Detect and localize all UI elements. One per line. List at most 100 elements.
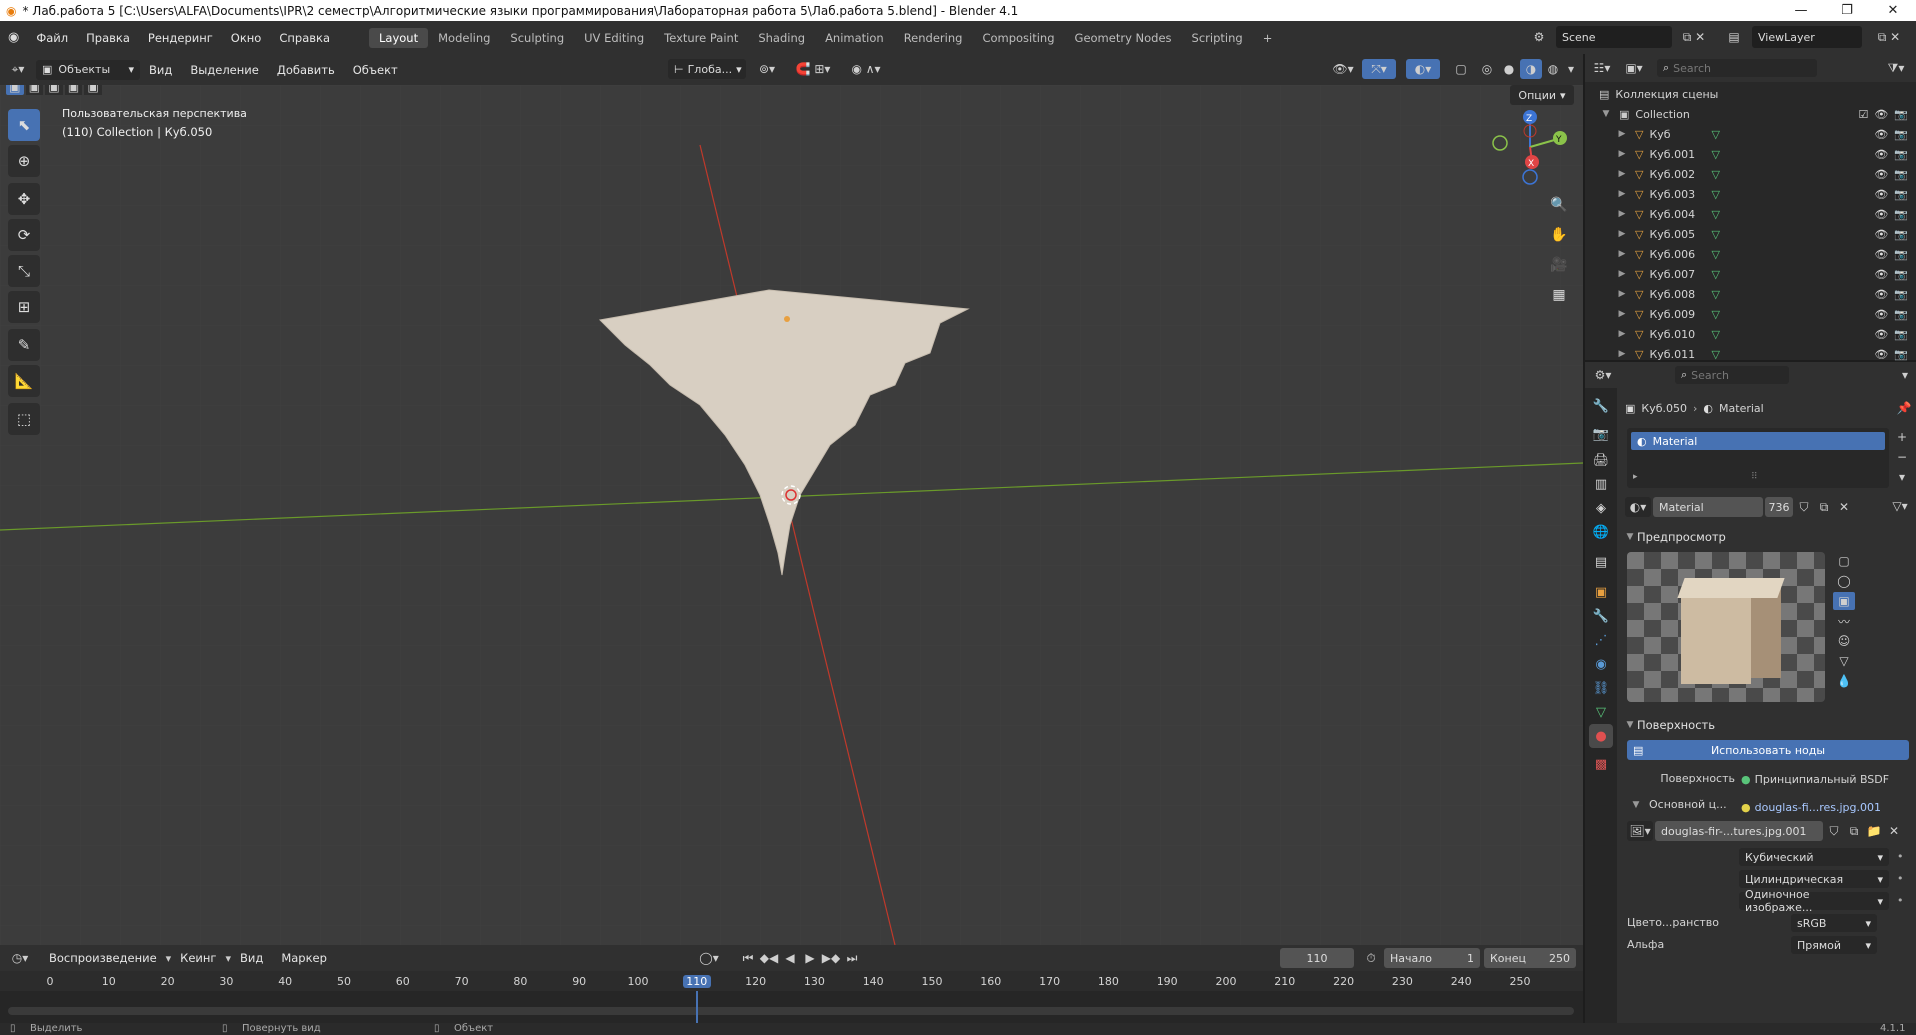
world-tab-icon[interactable]: 🌐 xyxy=(1589,520,1613,544)
collection-tab-icon[interactable]: ▤ xyxy=(1589,550,1613,574)
eye-icon[interactable]: 👁 xyxy=(1874,308,1888,321)
maximize-button[interactable]: ❐ xyxy=(1824,0,1870,21)
rotate-tool[interactable]: ⟳ xyxy=(8,219,40,251)
options-dropdown[interactable]: Опции ▾ xyxy=(1510,85,1574,105)
timeline-ruler[interactable]: 0 10 20 30 40 50 60 70 80 90 100 110 120 130 140 150 160… xyxy=(0,971,1583,991)
constraints-tab-icon[interactable]: ⛓ xyxy=(1589,676,1613,700)
interpolation-dropdown[interactable]: Кубический ▾ xyxy=(1739,848,1889,866)
current-frame-field[interactable]: 110 xyxy=(1280,948,1354,968)
menu-timeline-view[interactable]: Вид xyxy=(231,951,272,965)
outliner-item[interactable]: ▶ ▽ Куб.006 ▽ 👁 📷 xyxy=(1585,244,1916,264)
solid-shading-icon[interactable]: ● xyxy=(1498,59,1520,79)
snap-icon[interactable]: 🧲 ⊞▾ xyxy=(786,59,840,79)
close-button[interactable]: ✕ xyxy=(1870,0,1916,21)
material-name-field[interactable]: Material xyxy=(1653,497,1763,517)
outliner-item[interactable]: ▶ ▽ Куб ▽ 👁 📷 xyxy=(1585,124,1916,144)
3d-viewport[interactable]: Пользовательская перспектива (110) Colle… xyxy=(0,85,1583,945)
menu-select[interactable]: Выделение xyxy=(181,63,268,77)
remove-slot-icon[interactable]: − xyxy=(1893,448,1911,466)
scene-tab-icon[interactable]: ◈ xyxy=(1589,496,1613,520)
eye-icon[interactable]: 👁 xyxy=(1874,348,1888,361)
camera-icon[interactable]: 📷 xyxy=(1894,148,1908,161)
transform-orientation-dropdown[interactable]: ⊢ Глоба... ▾ xyxy=(668,59,746,79)
add-slot-icon[interactable]: + xyxy=(1893,428,1911,446)
tab-animation[interactable]: Animation xyxy=(815,28,894,48)
physics-tab-icon[interactable]: ◉ xyxy=(1589,652,1613,676)
use-nodes-button[interactable]: ▤ Использовать ноды xyxy=(1627,740,1909,760)
chevron-right-icon[interactable]: ▶ xyxy=(1615,269,1629,279)
projection-dropdown[interactable]: Цилиндрическая ▾ xyxy=(1739,870,1889,888)
properties-editor-icon[interactable]: ⚙▾ xyxy=(1585,368,1621,382)
viewlayer-new-icon[interactable]: ⧉ ✕ xyxy=(1866,26,1912,48)
surface-panel-header[interactable]: ▼ Поверхность xyxy=(1623,714,1913,736)
outliner-item[interactable]: ▶ ▽ Куб.002 ▽ 👁 📷 xyxy=(1585,164,1916,184)
camera-icon[interactable]: 📷 xyxy=(1894,268,1908,281)
add-workspace-button[interactable]: + xyxy=(1253,28,1283,48)
chevron-right-icon[interactable]: ▶ xyxy=(1615,169,1629,179)
material-shading-icon[interactable]: ◑ xyxy=(1520,59,1542,79)
next-keyframe-icon[interactable]: ▶◆ xyxy=(822,948,840,968)
preview-cloth-icon[interactable]: ▽ xyxy=(1833,652,1855,670)
select-invert-icon[interactable]: ▣ xyxy=(64,85,83,95)
chevron-right-icon[interactable]: ▶ xyxy=(1615,189,1629,199)
mode-dropdown[interactable]: ▣ Объекты ▾ xyxy=(36,59,140,80)
prev-keyframe-icon[interactable]: ◆◀ xyxy=(760,948,778,968)
minimize-button[interactable]: — xyxy=(1778,0,1824,21)
menu-render[interactable]: Рендеринг xyxy=(139,31,222,45)
tab-scripting[interactable]: Scripting xyxy=(1182,28,1253,48)
chevron-right-icon[interactable]: ▶ xyxy=(1615,309,1629,319)
display-mode-icon[interactable]: ▣▾ xyxy=(1619,61,1649,75)
object-tab-icon[interactable]: ▣ xyxy=(1589,580,1613,604)
pan-hand-icon[interactable]: ✋ xyxy=(1546,222,1572,248)
eye-icon[interactable]: 👁 xyxy=(1874,228,1888,241)
select-box-tool[interactable]: ⬉ xyxy=(8,109,40,141)
outliner-item[interactable]: ▶ ▽ Куб.010 ▽ 👁 📷 xyxy=(1585,324,1916,344)
camera-icon[interactable]: 📷 xyxy=(1894,208,1908,221)
filter-icon[interactable]: ⧩▾ xyxy=(1876,61,1916,76)
select-new-icon[interactable]: ▣ xyxy=(6,85,24,95)
duplicate-icon[interactable]: ⧉ xyxy=(1845,821,1863,841)
preview-cube-icon[interactable]: ▣ xyxy=(1833,592,1855,610)
tool-tab-icon[interactable]: 🔧 xyxy=(1589,394,1613,418)
material-tab-icon[interactable]: ● xyxy=(1589,724,1613,748)
navigation-gizmo[interactable]: Z Y X xyxy=(1476,105,1576,185)
outliner-search-input[interactable]: ⌕ Search xyxy=(1657,59,1817,77)
eye-icon[interactable]: 👁 xyxy=(1874,328,1888,341)
tab-geometry-nodes[interactable]: Geometry Nodes xyxy=(1065,28,1182,48)
clock-icon[interactable]: ⏱ xyxy=(1360,948,1382,968)
colorspace-dropdown[interactable]: sRGB ▾ xyxy=(1791,914,1877,932)
zoom-icon[interactable]: 🔍 xyxy=(1546,192,1572,218)
tab-compositing[interactable]: Compositing xyxy=(972,28,1064,48)
select-extend-icon[interactable]: ▣ xyxy=(25,85,44,95)
tab-layout[interactable]: Layout xyxy=(369,27,429,48)
alpha-dropdown[interactable]: Прямой ▾ xyxy=(1791,936,1877,954)
unlink-icon[interactable]: ✕ xyxy=(1835,497,1853,517)
link-type-icon[interactable]: ▽▾ xyxy=(1887,496,1913,516)
properties-search-input[interactable]: ⌕ Search xyxy=(1675,366,1789,384)
scene-new-icon[interactable]: ⧉ ✕ xyxy=(1674,26,1714,48)
measure-tool[interactable]: 📐 xyxy=(8,365,40,397)
wireframe-shading-icon[interactable]: ◎ xyxy=(1476,59,1498,79)
fake-user-icon[interactable]: ⛉ xyxy=(1795,497,1813,517)
viewlayer-icon[interactable]: ▤ xyxy=(1720,26,1748,48)
browse-image-icon[interactable]: 🖼▾ xyxy=(1627,821,1653,841)
menu-view[interactable]: Вид xyxy=(140,63,181,77)
render-tab-icon[interactable]: 📷 xyxy=(1589,422,1613,446)
duplicate-icon[interactable]: ⧉ xyxy=(1815,497,1833,517)
eye-icon[interactable]: 👁 xyxy=(1874,268,1888,281)
play-icon[interactable]: ▶ xyxy=(802,948,818,968)
camera-icon[interactable]: 📷 xyxy=(1894,228,1908,241)
outliner-collection[interactable]: ▼ ▣ Collection ☑ 👁 📷 xyxy=(1585,104,1916,124)
open-folder-icon[interactable]: 📁 xyxy=(1865,821,1883,841)
outliner-item[interactable]: ▶ ▽ Куб.007 ▽ 👁 📷 xyxy=(1585,264,1916,284)
texture-tab-icon[interactable]: ▩ xyxy=(1589,752,1613,776)
outliner-item[interactable]: ▶ ▽ Куб.004 ▽ 👁 📷 xyxy=(1585,204,1916,224)
jump-start-icon[interactable]: ⏮ xyxy=(740,948,756,968)
outliner-item[interactable]: ▶ ▽ Куб.008 ▽ 👁 📷 xyxy=(1585,284,1916,304)
outliner-item[interactable]: ▶ ▽ Куб.009 ▽ 👁 📷 xyxy=(1585,304,1916,324)
checkbox-icon[interactable]: ☑ xyxy=(1858,108,1868,121)
outliner-item[interactable]: ▶ ▽ Куб.011 ▽ 👁 📷 xyxy=(1585,344,1916,364)
blender-menu-icon[interactable]: ◉ xyxy=(0,30,27,45)
material-slot-list[interactable]: ◐ Material ▸ ⠿ xyxy=(1627,428,1889,488)
proportional-edit-icon[interactable]: ◉ ∧▾ xyxy=(844,59,888,79)
